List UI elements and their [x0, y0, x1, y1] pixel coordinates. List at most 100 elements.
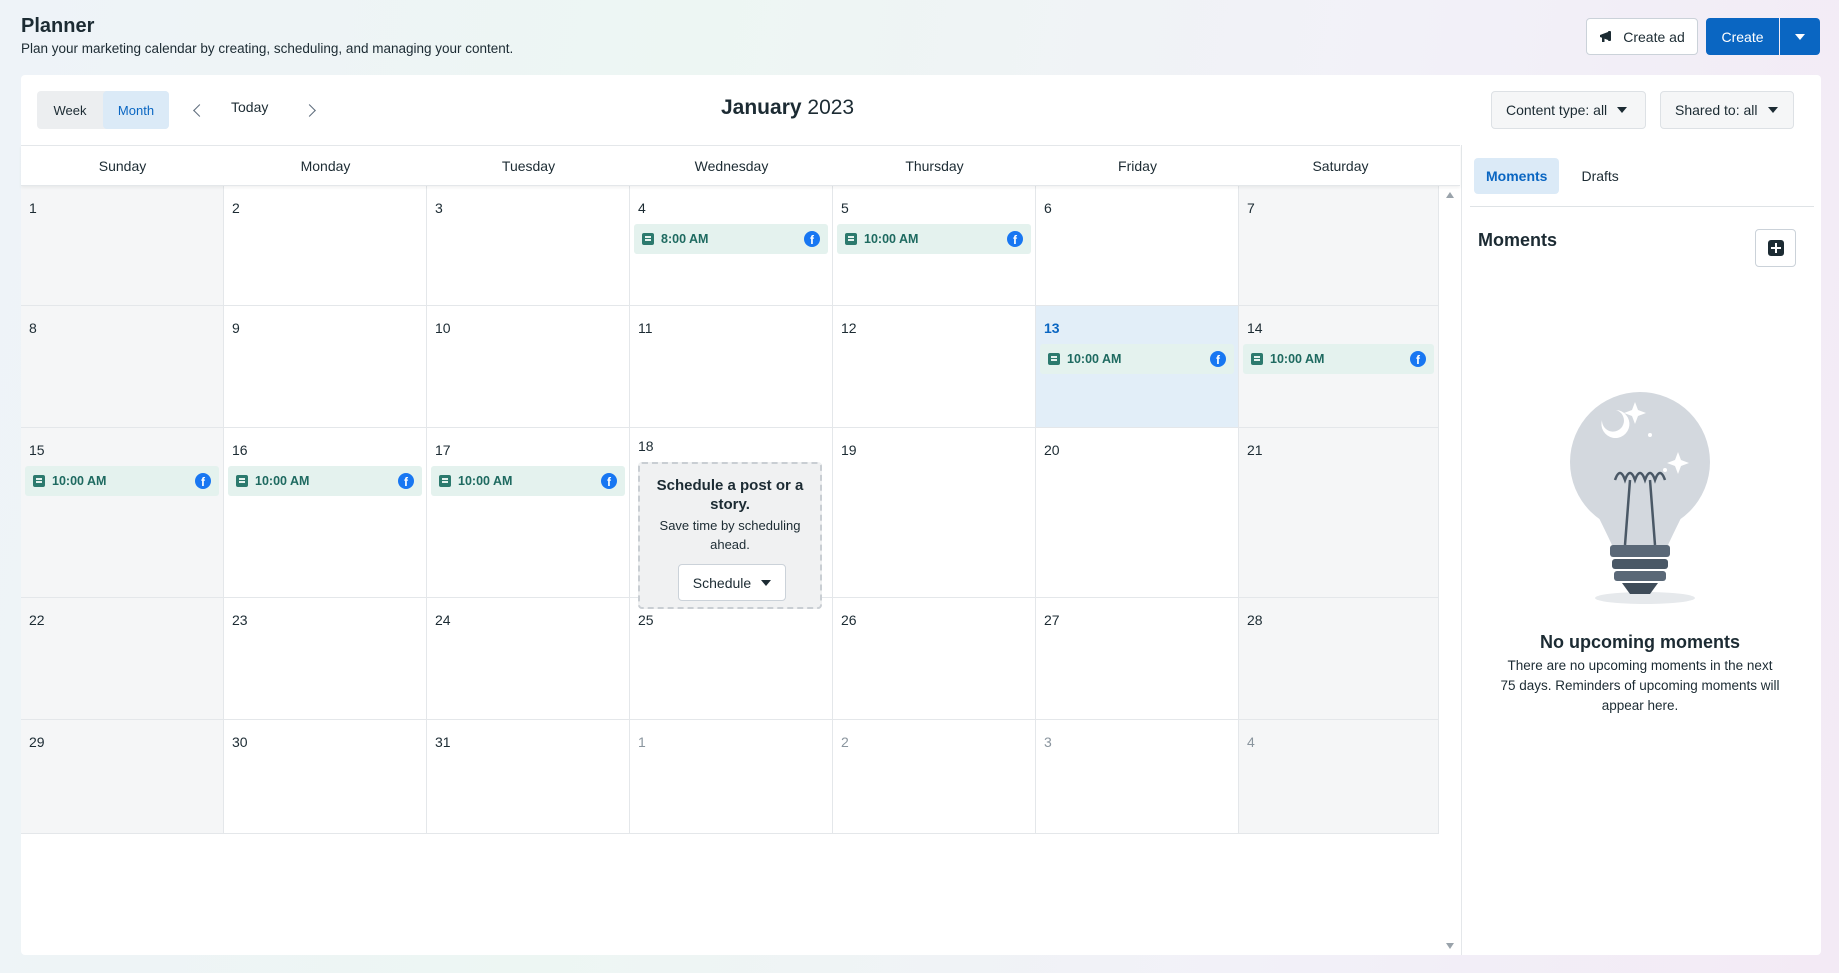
day-cell[interactable]: 6	[1036, 186, 1239, 306]
day-cell[interactable]: 28	[1239, 598, 1439, 720]
day-cell[interactable]: 30	[224, 720, 427, 834]
weekday-label: Tuesday	[501, 158, 556, 174]
post-icon	[236, 475, 248, 487]
day-cell[interactable]: 27	[1036, 598, 1239, 720]
promo-subtitle: Save time by scheduling ahead.	[659, 518, 801, 552]
day-cell[interactable]: 19	[833, 428, 1036, 598]
view-toggle: Week Month	[37, 91, 169, 129]
view-week-button[interactable]: Week	[37, 91, 103, 129]
tab-moments[interactable]: Moments	[1474, 158, 1560, 194]
post-time: 10:00 AM	[255, 474, 310, 488]
day-cell[interactable]: 2	[224, 186, 427, 306]
day-number: 12	[841, 320, 857, 336]
day-cell[interactable]: 31	[427, 720, 630, 834]
day-cell[interactable]: 9	[224, 306, 427, 428]
day-cell[interactable]: 18 Schedule a post or a story. Save time b…	[630, 428, 833, 609]
post-time: 10:00 AM	[458, 474, 513, 488]
next-month-button[interactable]	[297, 97, 321, 123]
scheduled-post[interactable]: 10:00 AM f	[1040, 344, 1234, 374]
day-cell[interactable]: 29	[21, 720, 224, 834]
scheduled-post[interactable]: 10:00 AM f	[228, 466, 422, 496]
day-cell[interactable]: 17 10:00 AM f	[427, 428, 630, 598]
scroll-down-arrow-icon[interactable]	[1446, 943, 1454, 949]
day-number: 14	[1247, 320, 1263, 336]
day-number: 18	[638, 438, 654, 454]
shared-to-filter[interactable]: Shared to: all	[1660, 91, 1794, 129]
day-number: 4	[1247, 734, 1255, 750]
day-number: 15	[29, 442, 45, 458]
chevron-down-icon	[761, 579, 772, 586]
scheduled-post[interactable]: 10:00 AM f	[1243, 344, 1434, 374]
add-moment-button[interactable]	[1755, 229, 1796, 267]
view-month-button[interactable]: Month	[103, 91, 169, 129]
scroll-up-arrow-icon[interactable]	[1446, 192, 1454, 198]
scheduled-post[interactable]: 8:00 AM f	[634, 224, 828, 254]
schedule-button-label: Schedule	[692, 574, 752, 591]
schedule-button[interactable]: Schedule	[678, 564, 786, 601]
day-number: 1	[638, 734, 646, 750]
post-time: 10:00 AM	[864, 232, 919, 246]
day-cell[interactable]: 3	[427, 186, 630, 306]
weekday-label: Wednesday	[694, 158, 769, 174]
day-cell[interactable]: 20	[1036, 428, 1239, 598]
day-number: 3	[1044, 734, 1052, 750]
day-number: 4	[638, 200, 646, 216]
day-cell[interactable]: 4	[1239, 720, 1439, 834]
create-ad-button[interactable]: Create ad	[1586, 18, 1698, 55]
post-time: 10:00 AM	[52, 474, 107, 488]
day-number: 19	[841, 442, 857, 458]
calendar-scrollbar[interactable]	[1442, 186, 1460, 955]
divider	[1470, 206, 1814, 207]
create-dropdown-button[interactable]	[1780, 18, 1820, 55]
post-icon	[845, 233, 857, 245]
day-cell[interactable]: 13 10:00 AM f	[1036, 306, 1239, 428]
day-cell[interactable]: 15 10:00 AM f	[21, 428, 224, 598]
day-cell[interactable]: 25	[630, 598, 833, 720]
day-cell[interactable]: 11	[630, 306, 833, 428]
moments-heading: Moments	[1478, 230, 1558, 250]
day-cell[interactable]: 24	[427, 598, 630, 720]
day-cell[interactable]: 22	[21, 598, 224, 720]
day-cell[interactable]: 16 10:00 AM f	[224, 428, 427, 598]
day-cell[interactable]: 21	[1239, 428, 1439, 598]
day-cell[interactable]: 4 8:00 AM f	[630, 186, 833, 306]
tab-drafts[interactable]: Drafts	[1569, 158, 1630, 194]
chevron-left-icon	[192, 103, 206, 117]
day-cell[interactable]: 3	[1036, 720, 1239, 834]
post-icon	[33, 475, 45, 487]
day-cell[interactable]: 2	[833, 720, 1036, 834]
day-cell[interactable]: 14 10:00 AM f	[1239, 306, 1439, 428]
day-number: 22	[29, 612, 45, 628]
day-number: 17	[435, 442, 451, 458]
calendar-grid: 1 2 3 4 8:00 AM f 5 10:00 AM f 6 7 8 9 10 11 12 13 10:00 …	[21, 186, 1442, 955]
empty-state-title: No upcoming moments	[1539, 632, 1740, 652]
day-cell[interactable]: 1	[21, 186, 224, 306]
day-number: 8	[29, 320, 37, 336]
year: 2023	[807, 96, 855, 119]
day-cell[interactable]: 10	[427, 306, 630, 428]
facebook-icon: f	[398, 473, 414, 489]
scheduled-post[interactable]: 10:00 AM f	[25, 466, 219, 496]
day-cell[interactable]: 1	[630, 720, 833, 834]
day-number: 6	[1044, 200, 1052, 216]
page-title: Planner	[21, 15, 95, 37]
today-button[interactable]: Today	[231, 99, 268, 115]
day-cell[interactable]: 26	[833, 598, 1036, 720]
day-cell[interactable]: 7	[1239, 186, 1439, 306]
create-button[interactable]: Create	[1706, 18, 1779, 55]
chevron-down-icon	[1795, 33, 1805, 40]
month-name: January	[721, 96, 802, 119]
month-title: January 2023	[721, 96, 854, 120]
day-number: 3	[435, 200, 443, 216]
day-cell[interactable]: 8	[21, 306, 224, 428]
day-cell[interactable]: 12	[833, 306, 1036, 428]
content-type-filter[interactable]: Content type: all	[1491, 91, 1646, 129]
scheduled-post[interactable]: 10:00 AM f	[431, 466, 625, 496]
day-cell[interactable]: 5 10:00 AM f	[833, 186, 1036, 306]
day-cell[interactable]: 23	[224, 598, 427, 720]
promo-title: Schedule a post or a story.	[656, 477, 804, 513]
day-number: 26	[841, 612, 857, 628]
day-number: 29	[29, 734, 45, 750]
scheduled-post[interactable]: 10:00 AM f	[837, 224, 1031, 254]
previous-month-button[interactable]	[187, 97, 211, 123]
